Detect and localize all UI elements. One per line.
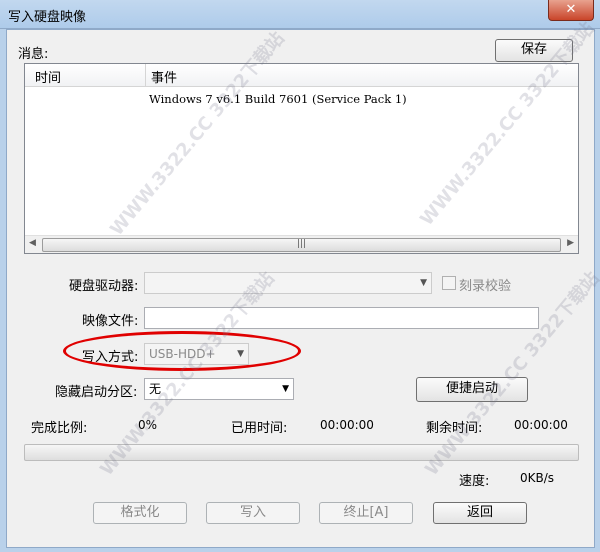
title-bar: 写入硬盘映像 ✕: [0, 0, 600, 29]
chevron-down-icon: ▼: [282, 384, 289, 394]
column-time[interactable]: 时间: [35, 67, 61, 86]
scroll-right-icon[interactable]: ▶: [567, 238, 574, 248]
elapsed-value: 00:00:00: [320, 418, 374, 432]
verify-label: 刻录校验: [459, 279, 512, 294]
verify-checkbox[interactable]: [442, 276, 456, 290]
messages-label: 消息:: [18, 47, 49, 62]
hidden-partition-label: 隐藏启动分区:: [55, 385, 138, 400]
speed-label: 速度:: [459, 474, 490, 489]
remaining-value: 00:00:00: [514, 418, 568, 432]
abort-button[interactable]: 终止[A]: [319, 502, 413, 524]
scroll-left-icon[interactable]: ◀: [29, 238, 36, 248]
dialog-body: 消息: 保存 时间 事件 Windows 7 v6.1 Build 7601 (…: [6, 18, 600, 548]
write-button[interactable]: 写入: [206, 502, 300, 524]
complete-label: 完成比例:: [31, 421, 88, 436]
window-title: 写入硬盘映像: [8, 10, 87, 25]
image-file-input[interactable]: [144, 307, 539, 329]
horizontal-scrollbar[interactable]: ◀ ||| ▶: [25, 235, 578, 253]
speed-value: 0KB/s: [520, 471, 555, 485]
drive-select[interactable]: ▼: [144, 272, 432, 294]
elapsed-label: 已用时间:: [231, 421, 288, 436]
image-file-label: 映像文件:: [82, 314, 139, 329]
chevron-down-icon: ▼: [420, 278, 427, 288]
column-divider[interactable]: [145, 64, 146, 86]
column-event[interactable]: 事件: [151, 67, 177, 86]
list-header: 时间 事件: [25, 64, 578, 87]
list-item[interactable]: Windows 7 v6.1 Build 7601 (Service Pack …: [149, 92, 407, 106]
format-button[interactable]: 格式化: [93, 502, 187, 524]
back-button[interactable]: 返回: [433, 502, 527, 524]
drive-label: 硬盘驱动器:: [69, 279, 139, 294]
close-button[interactable]: ✕: [548, 0, 594, 21]
scroll-thumb[interactable]: |||: [42, 238, 561, 252]
